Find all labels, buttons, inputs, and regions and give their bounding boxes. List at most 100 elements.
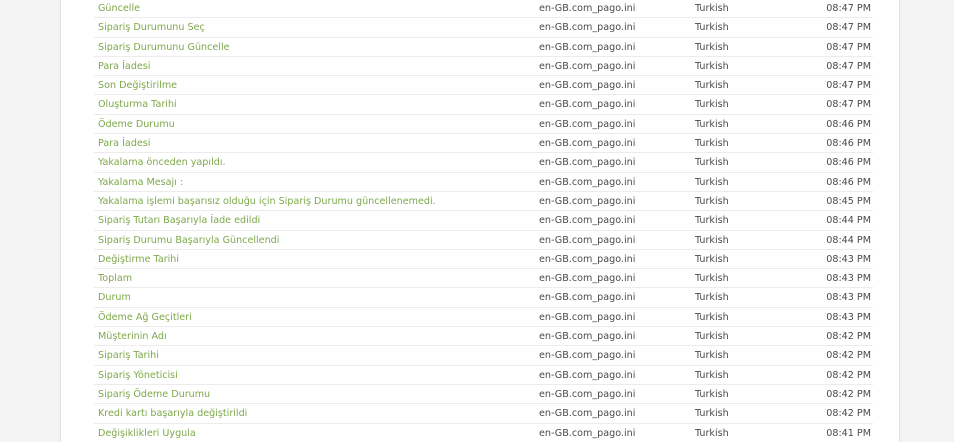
table-row: Ödeme Ağ Geçitleri en-GB.com_pago.ini Turk… — [94, 308, 873, 328]
time-cell: 08:43 PM — [826, 253, 871, 265]
table-row: Sipariş Yöneticisi en-GB.com_pago.ini Turk… — [94, 366, 873, 385]
translation-key-link[interactable]: Sipariş Ödeme Durumu — [98, 385, 210, 404]
translation-key-link[interactable]: Yakalama önceden yapıldı. — [98, 153, 226, 172]
translation-key-link[interactable]: Sipariş Durumunu Seç — [98, 18, 205, 37]
translation-key-link[interactable]: Durum — [98, 288, 131, 307]
translation-key-link[interactable]: Para İadesi — [98, 134, 150, 153]
table-row: Para İadesi en-GB.com_pago.ini Turkish 08:4… — [94, 57, 873, 77]
language-cell: Turkish — [695, 427, 729, 439]
file-name-cell: en-GB.com_pago.ini — [539, 369, 636, 381]
language-cell: Turkish — [695, 215, 729, 227]
language-cell: Turkish — [695, 195, 729, 207]
file-name-cell: en-GB.com_pago.ini — [539, 253, 636, 265]
table-row: Sipariş Durumunu Seç en-GB.com_pago.ini Tu… — [94, 18, 873, 38]
language-cell: Turkish — [695, 60, 729, 72]
translation-key-link[interactable]: Sipariş Durumu Başarıyla Güncellendi — [98, 231, 279, 250]
translation-key-link[interactable]: Oluşturma Tarihi — [98, 95, 177, 114]
table-row: Sipariş Tarihi en-GB.com_pago.ini Turkish 0… — [94, 346, 873, 366]
translation-key-link[interactable]: Sipariş Tutarı Başarıyla İade edildi — [98, 211, 260, 230]
language-cell: Turkish — [695, 157, 729, 169]
translation-key-link[interactable]: Sipariş Durumunu Güncelle — [98, 38, 230, 57]
translation-key-link[interactable]: Kredi kartı başarıyla değiştirildi — [98, 404, 247, 423]
language-cell: Turkish — [695, 3, 729, 14]
time-cell: 08:42 PM — [826, 350, 871, 362]
file-name-cell: en-GB.com_pago.ini — [539, 388, 636, 400]
table-row: Ödeme Durumu en-GB.com_pago.ini Turkish 08:… — [94, 115, 873, 135]
time-cell: 08:42 PM — [826, 388, 871, 400]
time-cell: 08:41 PM — [826, 427, 871, 439]
language-cell: Turkish — [695, 388, 729, 400]
time-cell: 08:47 PM — [826, 41, 871, 53]
table-row: Yakalama önceden yapıldı. en-GB.com_pago.… — [94, 153, 873, 173]
translation-key-link[interactable]: Sipariş Tarihi — [98, 346, 159, 365]
language-cell: Turkish — [695, 408, 729, 420]
file-name-cell: en-GB.com_pago.ini — [539, 99, 636, 111]
table-row: Sipariş Durumu Başarıyla Güncellendi en-G… — [94, 231, 873, 250]
translations-card: Güncelle en-GB.com_pago.ini Turkish 08:47 P… — [60, 0, 900, 442]
time-cell: 08:46 PM — [826, 157, 871, 169]
file-name-cell: en-GB.com_pago.ini — [539, 22, 636, 34]
file-name-cell: en-GB.com_pago.ini — [539, 273, 636, 285]
table-row: Toplam en-GB.com_pago.ini Turkish 08:43 PM — [94, 269, 873, 289]
time-cell: 08:43 PM — [826, 273, 871, 285]
table-row: Para İadesi en-GB.com_pago.ini Turkish 08:4… — [94, 134, 873, 154]
time-cell: 08:45 PM — [826, 195, 871, 207]
translation-key-link[interactable]: Yakalama işlemi başarısız olduğu için Si… — [98, 192, 436, 211]
table-row: Yakalama işlemi başarısız olduğu için Si… — [94, 192, 873, 212]
translation-key-link[interactable]: Para İadesi — [98, 57, 150, 76]
file-name-cell: en-GB.com_pago.ini — [539, 41, 636, 53]
language-cell: Turkish — [695, 176, 729, 188]
time-cell: 08:47 PM — [826, 99, 871, 111]
file-name-cell: en-GB.com_pago.ini — [539, 80, 636, 92]
file-name-cell: en-GB.com_pago.ini — [539, 292, 636, 304]
file-name-cell: en-GB.com_pago.ini — [539, 311, 636, 323]
language-cell: Turkish — [695, 369, 729, 381]
language-cell: Turkish — [695, 80, 729, 92]
table-row: Kredi kartı başarıyla değiştirildi en-GB.… — [94, 404, 873, 424]
time-cell: 08:46 PM — [826, 138, 871, 150]
table-row: Müşterinin Adı en-GB.com_pago.ini Turkish 0… — [94, 327, 873, 347]
file-name-cell: en-GB.com_pago.ini — [539, 3, 636, 14]
language-cell: Turkish — [695, 138, 729, 150]
time-cell: 08:42 PM — [826, 331, 871, 343]
translation-key-link[interactable]: Toplam — [98, 269, 132, 288]
translations-table: Güncelle en-GB.com_pago.ini Turkish 08:47 P… — [94, 0, 873, 442]
translation-key-link[interactable]: Değişiklikleri Uygula — [98, 424, 196, 442]
file-name-cell: en-GB.com_pago.ini — [539, 331, 636, 343]
translation-key-link[interactable]: Ödeme Durumu — [98, 115, 175, 134]
time-cell: 08:44 PM — [826, 215, 871, 227]
table-row: Sipariş Durumunu Güncelle en-GB.com_pago.… — [94, 38, 873, 57]
time-cell: 08:44 PM — [826, 234, 871, 246]
translation-key-link[interactable]: Yakalama Mesajı : — [98, 173, 183, 192]
file-name-cell: en-GB.com_pago.ini — [539, 234, 636, 246]
language-cell: Turkish — [695, 99, 729, 111]
file-name-cell: en-GB.com_pago.ini — [539, 176, 636, 188]
file-name-cell: en-GB.com_pago.ini — [539, 118, 636, 130]
time-cell: 08:46 PM — [826, 176, 871, 188]
table-row: Değiştirme Tarihi en-GB.com_pago.ini Turki… — [94, 250, 873, 270]
file-name-cell: en-GB.com_pago.ini — [539, 195, 636, 207]
table-row: Oluşturma Tarihi en-GB.com_pago.ini Turkis… — [94, 95, 873, 115]
page: Güncelle en-GB.com_pago.ini Turkish 08:47 P… — [0, 0, 954, 442]
language-cell: Turkish — [695, 41, 729, 53]
file-name-cell: en-GB.com_pago.ini — [539, 138, 636, 150]
file-name-cell: en-GB.com_pago.ini — [539, 157, 636, 169]
table-row: Son Değiştirilme en-GB.com_pago.ini Turkis… — [94, 76, 873, 96]
language-cell: Turkish — [695, 22, 729, 34]
translation-key-link[interactable]: Müşterinin Adı — [98, 327, 167, 346]
translation-key-link[interactable]: Son Değiştirilme — [98, 76, 177, 95]
language-cell: Turkish — [695, 273, 729, 285]
language-cell: Turkish — [695, 253, 729, 265]
file-name-cell: en-GB.com_pago.ini — [539, 350, 636, 362]
translation-key-link[interactable]: Ödeme Ağ Geçitleri — [98, 308, 192, 327]
language-cell: Turkish — [695, 292, 729, 304]
language-cell: Turkish — [695, 234, 729, 246]
language-cell: Turkish — [695, 350, 729, 362]
translation-key-link[interactable]: Sipariş Yöneticisi — [98, 366, 178, 385]
file-name-cell: en-GB.com_pago.ini — [539, 60, 636, 72]
translation-key-link[interactable]: Güncelle — [98, 0, 140, 18]
table-row: Güncelle en-GB.com_pago.ini Turkish 08:47 P… — [94, 0, 873, 19]
translation-key-link[interactable]: Değiştirme Tarihi — [98, 250, 179, 269]
table-row: Değişiklikleri Uygula en-GB.com_pago.ini T… — [94, 424, 873, 442]
file-name-cell: en-GB.com_pago.ini — [539, 408, 636, 420]
